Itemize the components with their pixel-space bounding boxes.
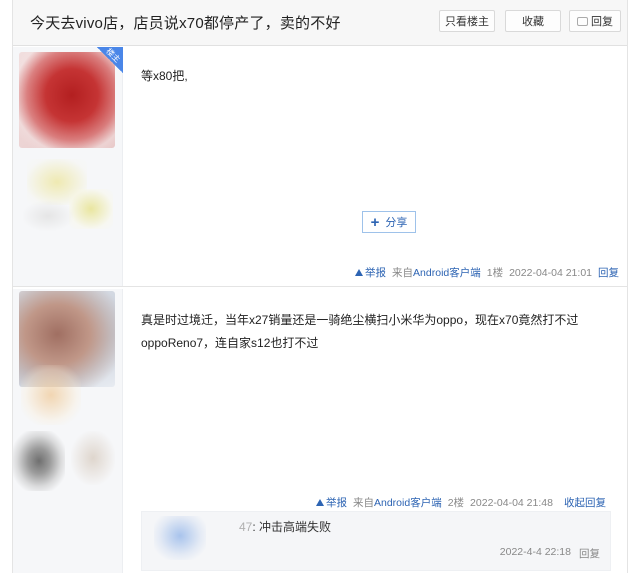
- floor-number: 2楼: [447, 497, 465, 509]
- share-button[interactable]: + 分享: [362, 211, 416, 233]
- thread-title: 今天去vivo店，店员说x70都停产了，卖的不好: [30, 15, 341, 32]
- report-link[interactable]: 举报: [355, 265, 386, 280]
- post-content: 真是时过境迁，当年x27销量还是一骑绝尘横扫小米华为oppo，现在x70竟然打不…: [141, 313, 579, 350]
- thread-header: 今天去vivo店，店员说x70都停产了，卖的不好 只看楼主 收藏 回复: [13, 0, 627, 46]
- user-decoration-image: [71, 431, 115, 485]
- thread-frame: 今天去vivo店，店员说x70都停产了，卖的不好 只看楼主 收藏 回复 楼主 等…: [12, 0, 628, 573]
- user-decoration-image: [13, 431, 65, 491]
- client-link[interactable]: Android客户端: [374, 497, 442, 509]
- sub-reply-list: 47: 冲击高端失败 2022-4-4 22:18 回复: [141, 511, 611, 571]
- favorite-label: 收藏: [522, 16, 544, 28]
- client-source: 来自Android客户端: [392, 265, 481, 280]
- favorite-button[interactable]: 收藏: [505, 10, 561, 32]
- comment-icon: [577, 16, 588, 26]
- user-decoration-image: [69, 189, 113, 229]
- client-source: 来自Android客户端: [353, 495, 442, 510]
- share-label: 分享: [385, 217, 408, 229]
- only-op-label: 只看楼主: [445, 16, 489, 28]
- op-badge-label: 楼主: [104, 46, 122, 65]
- author-sidebar: [13, 289, 123, 573]
- author-sidebar: [13, 47, 123, 286]
- sub-reply-tail: 2022-4-4 22:18 回复: [500, 546, 600, 561]
- post-content: 等x80把,: [141, 69, 188, 83]
- report-label: 举报: [365, 267, 387, 279]
- warning-icon: [355, 269, 364, 276]
- reply-link[interactable]: 回复: [598, 265, 619, 280]
- post-tail: 举报 来自Android客户端 2楼 2022-04-04 21:48: [316, 495, 553, 510]
- from-prefix: 来自: [353, 497, 374, 509]
- sub-reply-time: 2022-4-4 22:18: [499, 546, 571, 558]
- from-prefix: 来自: [392, 267, 414, 279]
- collapse-replies-link[interactable]: 收起回复: [564, 495, 606, 510]
- post-floor-2: 真是时过境迁，当年x27销量还是一骑绝尘横扫小米华为oppo，现在x70竟然打不…: [13, 289, 627, 573]
- reply-label: 回复: [591, 16, 613, 28]
- post-tail: 举报 来自Android客户端 1楼 2022-04-04 21:01 回复: [355, 265, 619, 280]
- post-time: 2022-04-04 21:48: [470, 496, 553, 509]
- post-floor-1: 楼主 等x80把, + 分享 举报 来自Android客户端 1楼 2022-0…: [13, 47, 627, 287]
- sub-reply-text: : 冲击高端失败: [252, 520, 332, 534]
- reply-button[interactable]: 回复: [569, 10, 621, 32]
- floor-number: 1楼: [486, 267, 504, 279]
- only-op-button[interactable]: 只看楼主: [439, 10, 495, 32]
- post-time: 2022-04-04 21:01: [509, 266, 592, 279]
- user-decoration-image: [23, 201, 73, 231]
- sub-reply-avatar[interactable]: [154, 516, 206, 560]
- sub-reply-item: 47: 冲击高端失败: [239, 518, 331, 535]
- user-decoration-image: [21, 365, 81, 425]
- report-label: 举报: [326, 497, 347, 509]
- sub-reply-username[interactable]: 47: [239, 520, 252, 534]
- report-link[interactable]: 举报: [316, 495, 347, 510]
- op-badge: 楼主: [97, 47, 123, 73]
- sub-reply-reply-link[interactable]: 回复: [579, 546, 600, 561]
- warning-icon: [316, 499, 324, 506]
- plus-icon: +: [370, 213, 380, 231]
- client-link[interactable]: Android客户端: [413, 267, 481, 279]
